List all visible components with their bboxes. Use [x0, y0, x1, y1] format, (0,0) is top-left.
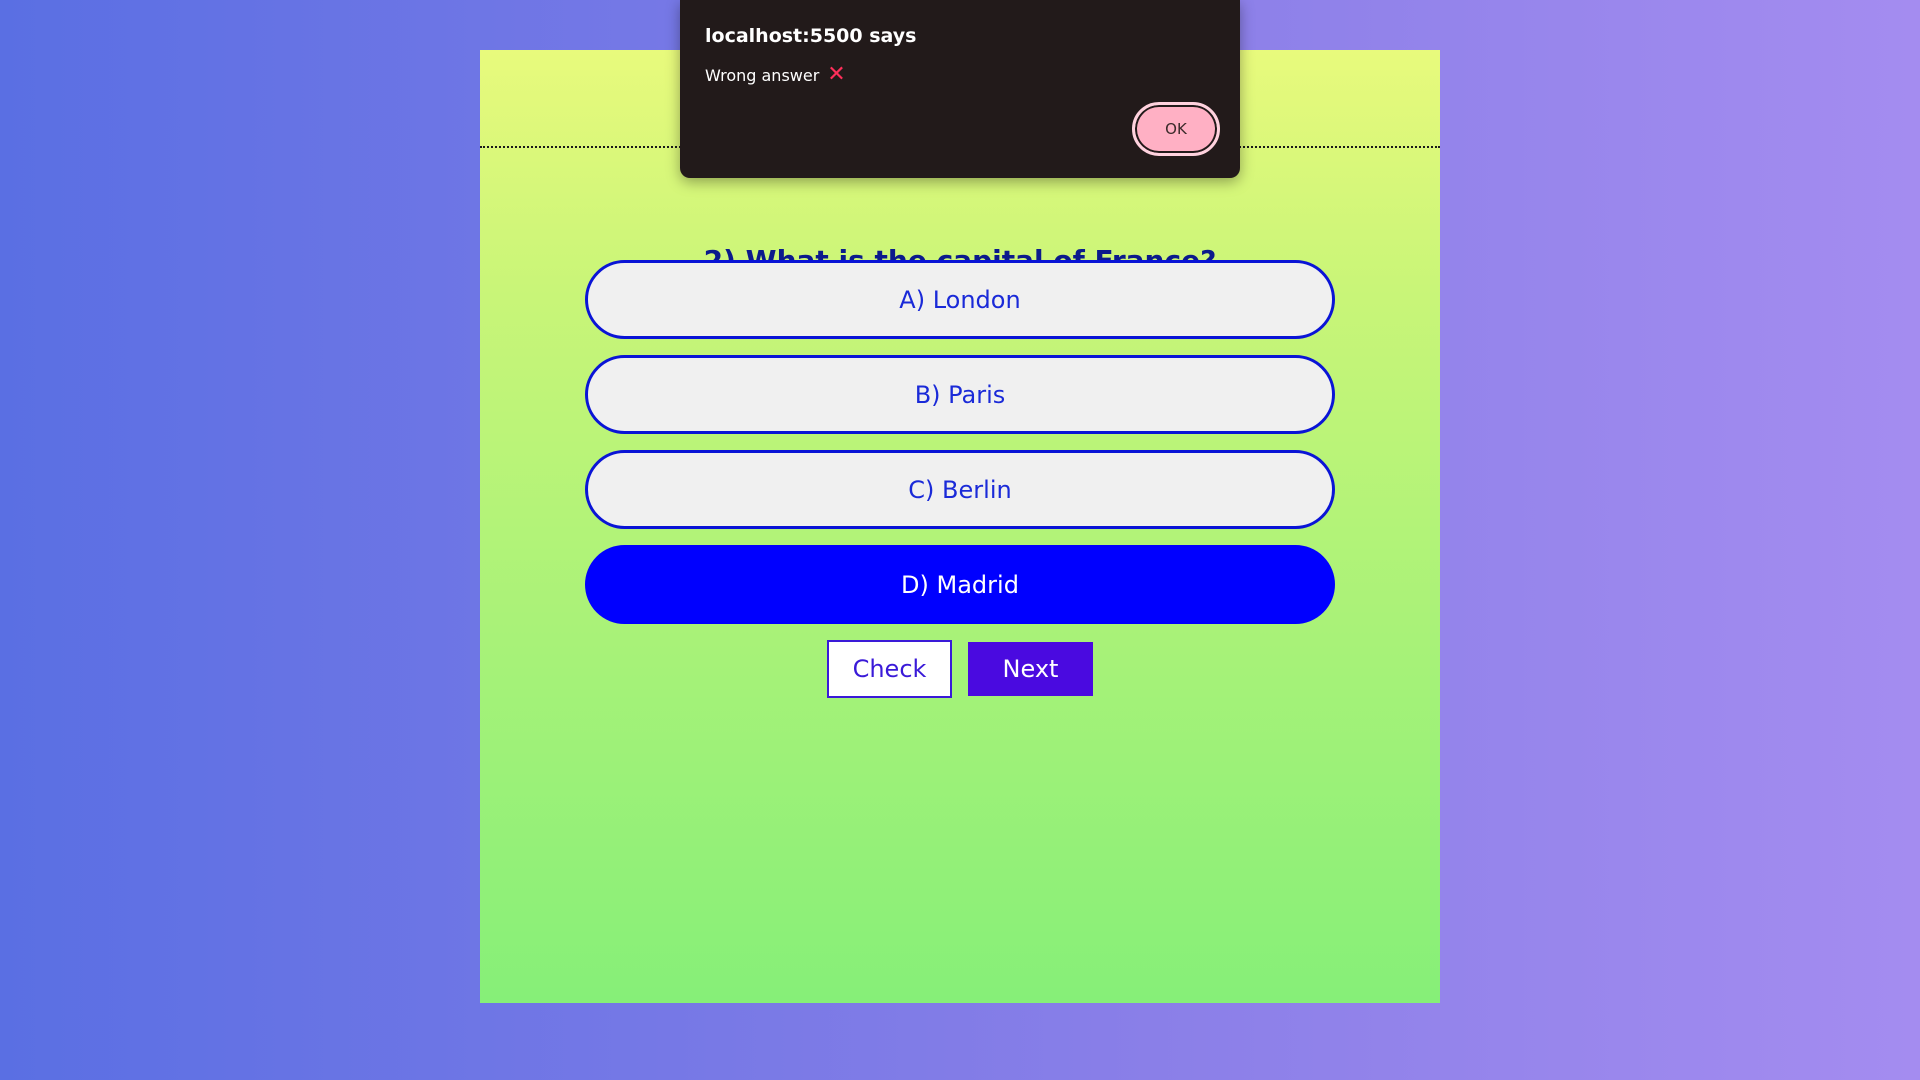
x-icon: ✕: [827, 62, 846, 87]
option-a-button[interactable]: A) London: [585, 260, 1335, 339]
option-d-button[interactable]: D) Madrid: [585, 545, 1335, 624]
ok-button[interactable]: OK: [1132, 102, 1220, 156]
option-d-label: D) Madrid: [901, 570, 1019, 599]
dialog-message-row: Wrong answer ✕: [705, 64, 846, 86]
next-button[interactable]: Next: [968, 642, 1093, 696]
option-b-label: B) Paris: [914, 380, 1006, 409]
option-c-button[interactable]: C) Berlin: [585, 450, 1335, 529]
option-b-button[interactable]: B) Paris: [585, 355, 1335, 434]
option-a-label: A) London: [899, 285, 1021, 314]
check-button[interactable]: Check: [827, 640, 952, 698]
quiz-card: 2) What is the capital of France? A) Lon…: [480, 50, 1440, 1003]
alert-dialog: localhost:5500 says Wrong answer ✕ OK: [680, 0, 1240, 178]
dialog-title: localhost:5500 says: [705, 25, 917, 47]
dialog-message: Wrong answer: [705, 65, 820, 85]
option-c-label: C) Berlin: [908, 475, 1012, 504]
